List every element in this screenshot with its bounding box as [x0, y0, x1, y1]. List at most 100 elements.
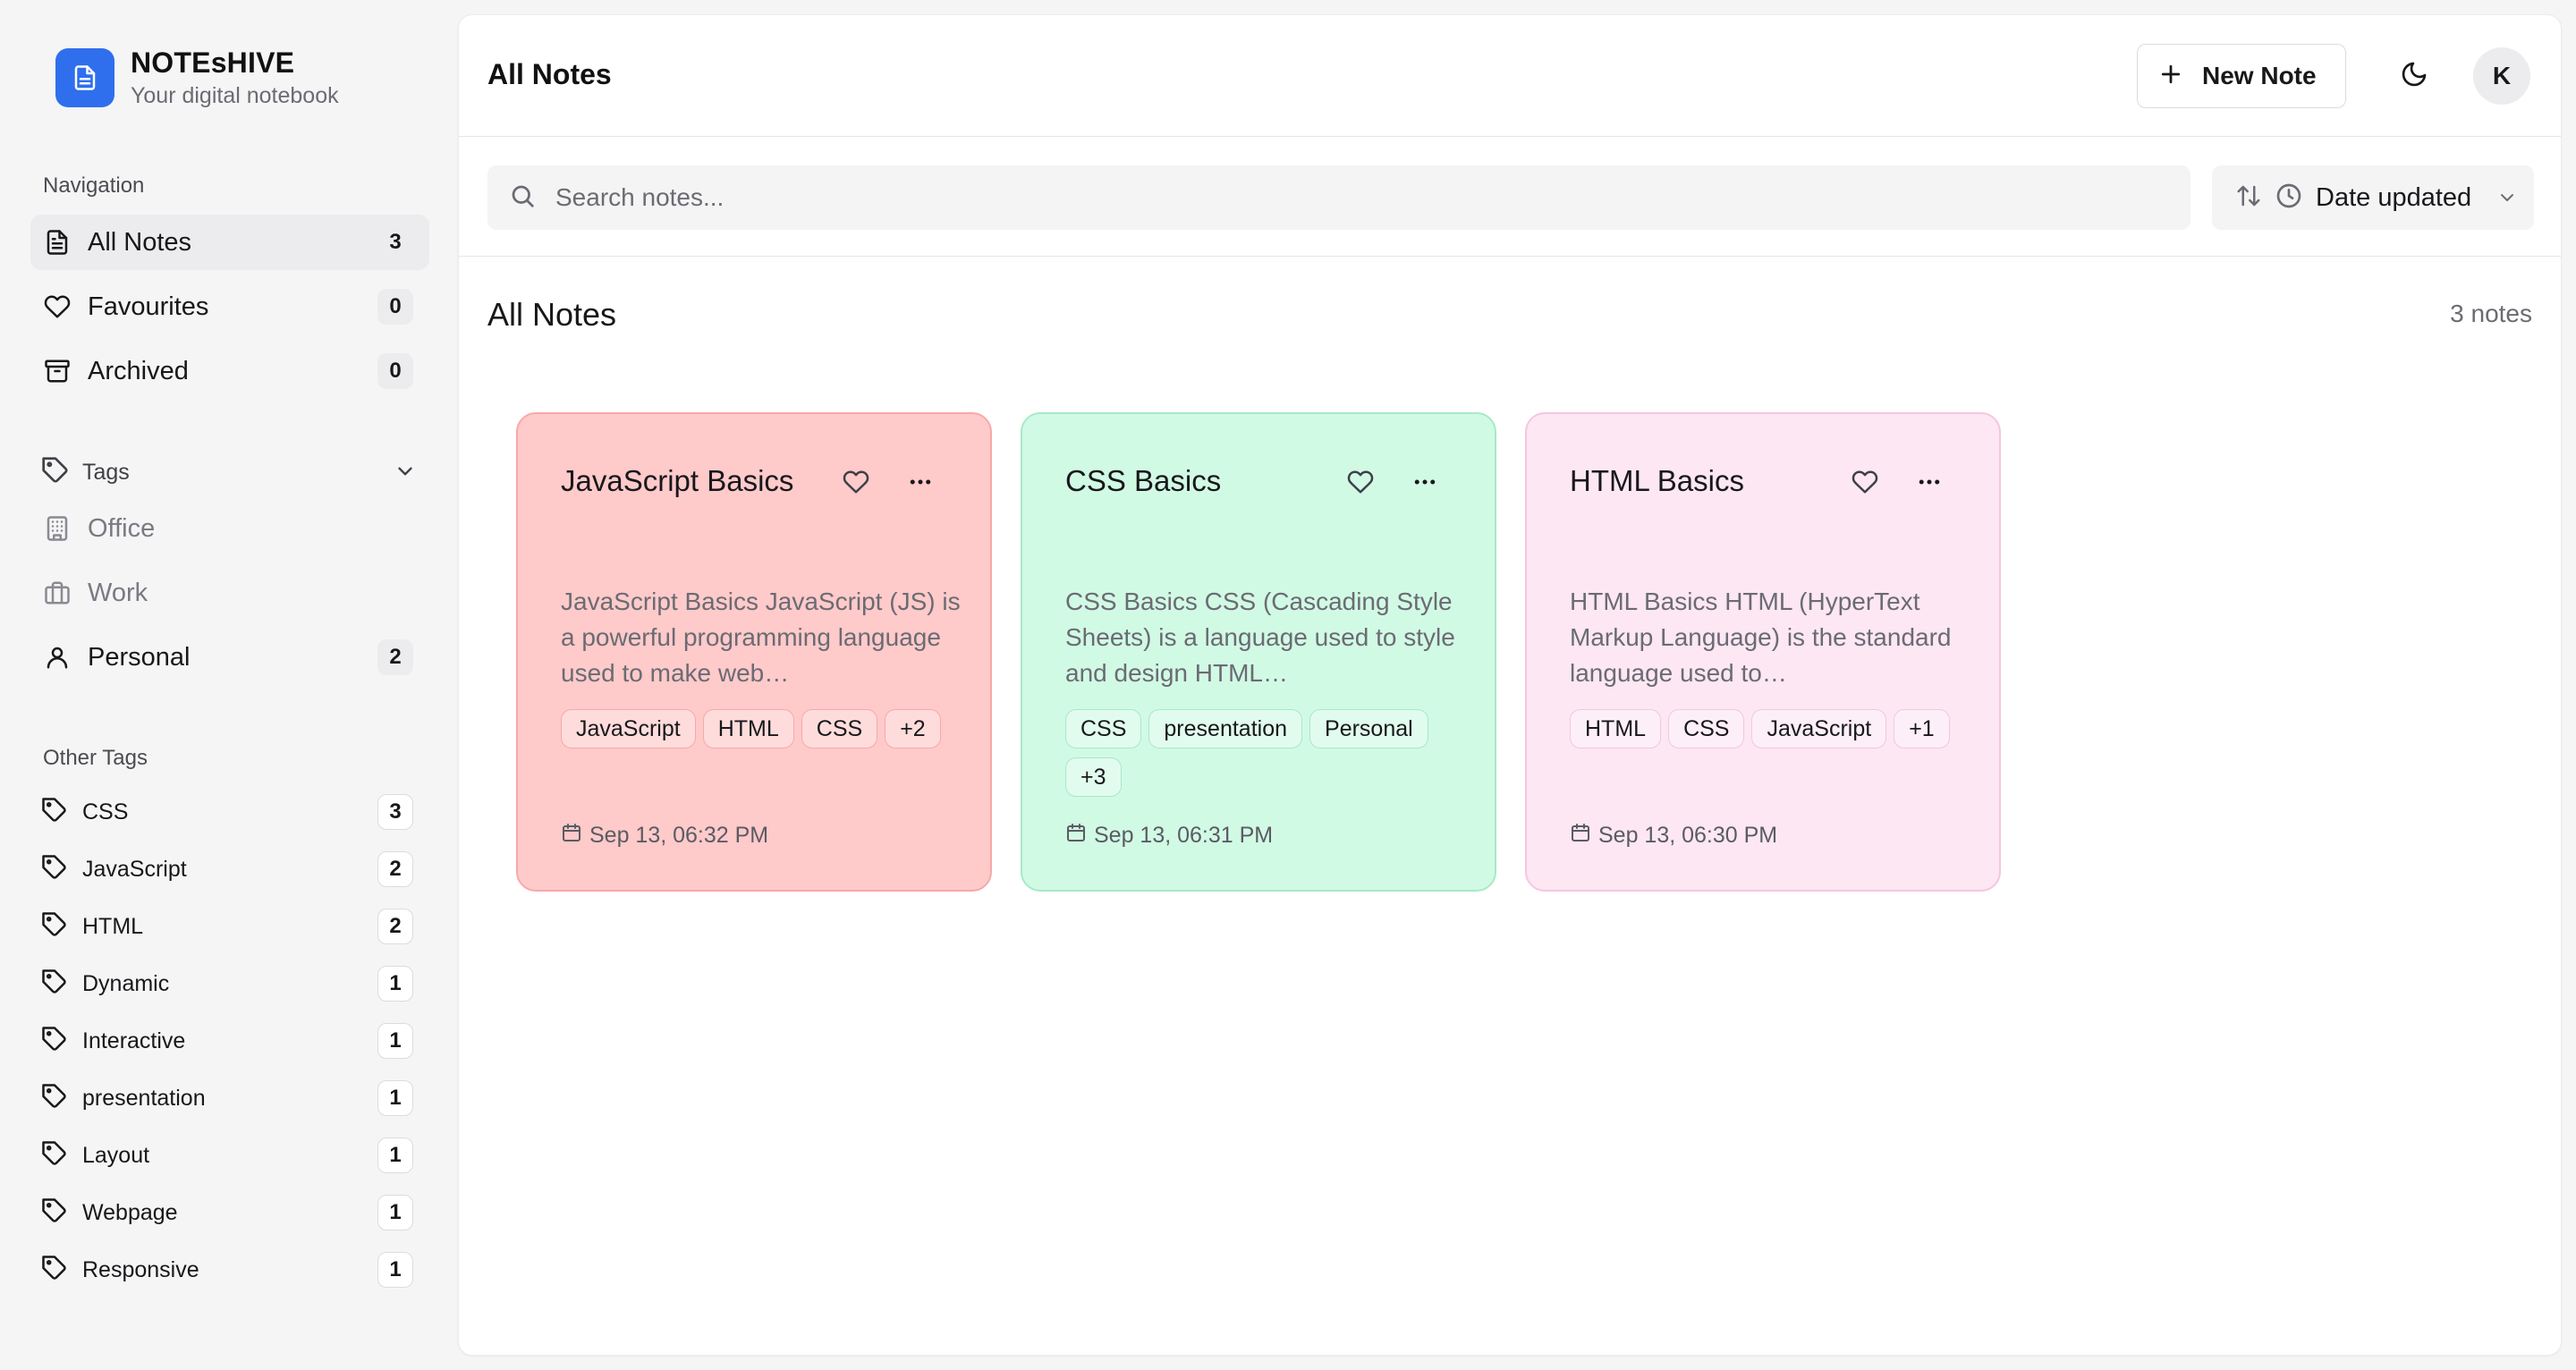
nav-section-label: Navigation: [43, 173, 145, 198]
count-badge: 0: [377, 353, 413, 389]
other-tag-label: HTML: [82, 913, 144, 939]
note-tag-chip[interactable]: +2: [885, 709, 941, 748]
tag-icon: [41, 911, 68, 943]
tag-group-label: Office: [88, 513, 156, 543]
building-icon: [41, 512, 73, 545]
count-badge: 0: [377, 289, 413, 325]
note-tag-chip[interactable]: Personal: [1309, 709, 1428, 748]
other-tag-label: Webpage: [82, 1199, 178, 1225]
note-title: JavaScript Basics: [561, 464, 794, 497]
notes-count: 3 notes: [2450, 300, 2532, 327]
note-card[interactable]: JavaScript Basics JavaScript Basics JavaS…: [516, 412, 992, 892]
note-card[interactable]: CSS Basics CSS Basics CSS (Cascading Styl…: [1021, 412, 1496, 892]
nav-item-label: Archived: [88, 356, 189, 385]
other-tag-item[interactable]: CSS 3: [30, 787, 429, 837]
note-tag-chip[interactable]: HTML: [702, 709, 794, 748]
more-horizontal-icon: [1916, 469, 1943, 500]
tag-group-work[interactable]: Work: [30, 565, 429, 621]
note-tag-chip[interactable]: +1: [1894, 709, 1950, 748]
other-tag-item[interactable]: JavaScript 2: [30, 844, 429, 894]
note-date-label: Sep 13, 06:31 PM: [1094, 823, 1274, 848]
other-tag-item[interactable]: Layout 1: [30, 1130, 429, 1180]
file-text-icon: [41, 226, 73, 258]
nav-item-archived[interactable]: Archived 0: [30, 343, 429, 399]
other-tag-label: Layout: [82, 1142, 150, 1168]
app-tagline: Your digital notebook: [131, 83, 339, 108]
more-horizontal-icon: [907, 469, 934, 500]
other-tag-item[interactable]: presentation 1: [30, 1073, 429, 1123]
note-tags: HTML CSS JavaScript +1: [1570, 709, 1981, 748]
search-icon: [509, 182, 536, 214]
note-tag-chip[interactable]: +3: [1065, 757, 1122, 797]
other-tag-label: Dynamic: [82, 970, 170, 996]
other-tag-item[interactable]: Dynamic 1: [30, 959, 429, 1009]
tag-icon: [41, 1197, 68, 1229]
search-box[interactable]: [487, 165, 2190, 230]
tag-icon: [41, 1026, 68, 1057]
count-badge: 1: [377, 1023, 413, 1059]
nav-item-favourites[interactable]: Favourites 0: [30, 279, 429, 334]
tag-group-office[interactable]: Office: [30, 501, 429, 556]
plus-icon: [2157, 61, 2184, 92]
moon-icon: [2400, 60, 2428, 93]
favourite-button[interactable]: [838, 466, 874, 502]
tag-group-label: Work: [88, 578, 148, 607]
search-row: Date updated: [459, 137, 2561, 257]
sidebar: NOTEsHIVE Your digital notebook Navigati…: [0, 0, 458, 1370]
other-tag-label: JavaScript: [82, 856, 187, 882]
count-badge: 3: [377, 794, 413, 830]
count-badge: 1: [377, 1252, 413, 1288]
note-tag-chip[interactable]: HTML: [1570, 709, 1662, 748]
more-options-button[interactable]: [1407, 466, 1443, 502]
calendar-icon: [1065, 822, 1087, 850]
note-card[interactable]: HTML Basics HTML Basics HTML (HyperText M…: [1525, 412, 2001, 892]
tag-group-personal[interactable]: Personal 2: [30, 630, 429, 685]
heart-icon: [843, 469, 869, 500]
sort-label: Date updated: [2316, 182, 2472, 212]
tags-toggle[interactable]: Tags: [41, 454, 417, 490]
other-tag-item[interactable]: HTML 2: [30, 901, 429, 951]
notes-section-title: All Notes: [487, 296, 617, 333]
other-tags-section-label: Other Tags: [43, 746, 148, 770]
other-tag-label: Interactive: [82, 1028, 186, 1053]
nav-item-label: All Notes: [88, 227, 192, 257]
note-tag-chip[interactable]: CSS: [1668, 709, 1745, 748]
other-tag-item[interactable]: Responsive 1: [30, 1245, 429, 1295]
favourite-button[interactable]: [1343, 466, 1378, 502]
note-tag-chip[interactable]: CSS: [1065, 709, 1142, 748]
sort-arrows-icon: [2235, 182, 2262, 214]
other-tag-item[interactable]: Webpage 1: [30, 1188, 429, 1238]
note-date-label: Sep 13, 06:30 PM: [1598, 823, 1778, 848]
count-badge: 2: [377, 851, 413, 887]
new-note-button[interactable]: New Note: [2137, 44, 2346, 108]
note-tag-chip[interactable]: JavaScript: [561, 709, 696, 748]
note-date: Sep 13, 06:32 PM: [561, 822, 768, 850]
note-tag-chip[interactable]: presentation: [1148, 709, 1303, 748]
brand[interactable]: NOTEsHIVE Your digital notebook: [55, 47, 339, 109]
other-tag-item[interactable]: Interactive 1: [30, 1016, 429, 1066]
note-tags: CSS presentation Personal +3: [1065, 709, 1477, 797]
favourite-button[interactable]: [1847, 466, 1883, 502]
search-input[interactable]: [555, 183, 2076, 212]
theme-toggle-button[interactable]: [2393, 55, 2436, 97]
heart-icon: [41, 291, 73, 323]
note-tag-chip[interactable]: CSS: [801, 709, 878, 748]
note-tag-chip[interactable]: JavaScript: [1751, 709, 1887, 748]
avatar[interactable]: K: [2473, 47, 2530, 105]
chevron-down-icon: [394, 460, 417, 487]
note-title: HTML Basics: [1570, 464, 1744, 497]
more-options-button[interactable]: [902, 466, 938, 502]
calendar-icon: [561, 822, 582, 850]
nav-item-all-notes[interactable]: All Notes 3: [30, 215, 429, 270]
page-title: All Notes: [487, 58, 612, 90]
app-name: NOTEsHIVE: [131, 47, 295, 79]
other-tag-label: Responsive: [82, 1256, 199, 1282]
clock-icon: [2275, 182, 2303, 215]
heart-icon: [1852, 469, 1878, 500]
sort-select[interactable]: Date updated: [2212, 165, 2534, 230]
tag-icon: [41, 797, 68, 828]
count-badge: 3: [377, 224, 413, 260]
count-badge: 2: [377, 909, 413, 944]
calendar-icon: [1570, 822, 1591, 850]
more-options-button[interactable]: [1911, 466, 1947, 502]
